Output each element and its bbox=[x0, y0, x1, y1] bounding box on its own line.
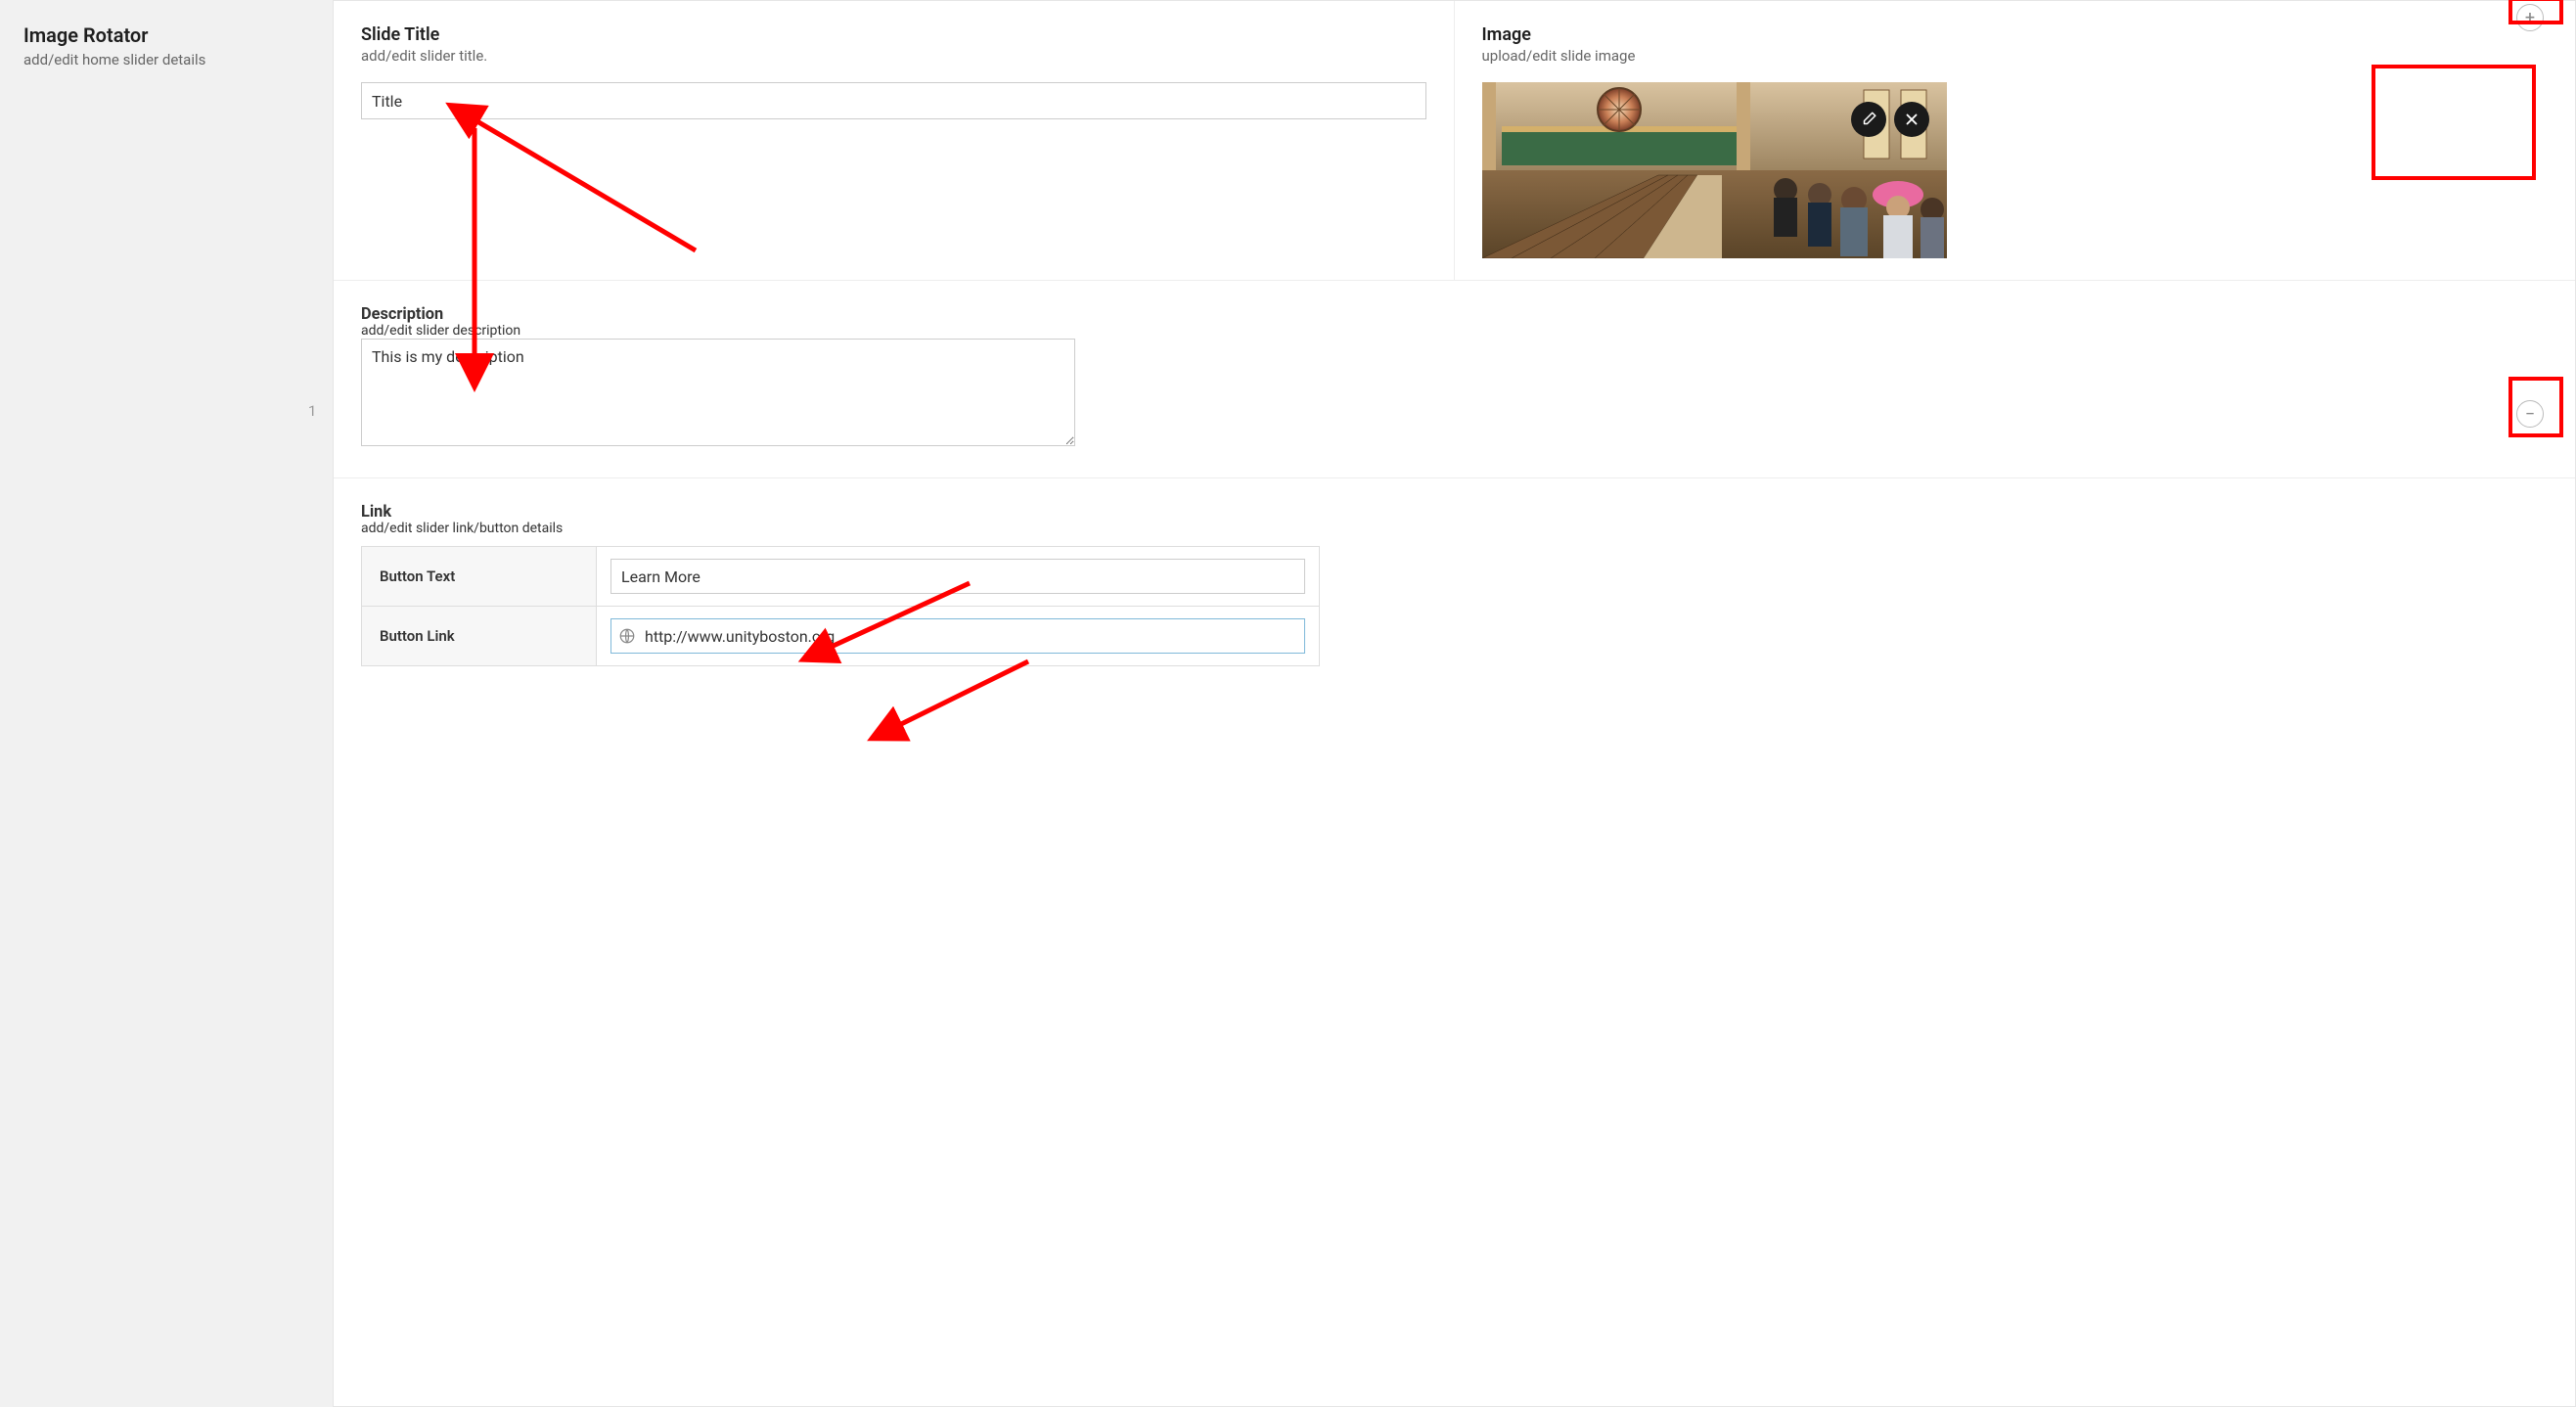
button-text-label: Button Text bbox=[362, 547, 597, 606]
button-link-input[interactable] bbox=[643, 619, 1298, 653]
button-link-label: Button Link bbox=[362, 607, 597, 665]
image-subtitle: upload/edit slide image bbox=[1482, 47, 2549, 65]
description-heading: Description bbox=[361, 304, 2548, 323]
slide-title-heading: Slide Title bbox=[361, 24, 1426, 45]
link-subtitle: add/edit slider link/button details bbox=[361, 521, 2548, 536]
link-heading: Link bbox=[361, 502, 2548, 521]
add-slide-button[interactable]: + bbox=[2516, 4, 2544, 31]
minus-icon: − bbox=[2525, 404, 2535, 425]
slide-editor-panel: 1 Slide Title add/edit slider title. Ima… bbox=[333, 0, 2576, 1407]
sidebar: Image Rotator add/edit home slider detai… bbox=[0, 0, 333, 1407]
slide-image-preview bbox=[1482, 82, 1947, 258]
edit-image-button[interactable] bbox=[1851, 102, 1886, 137]
description-textarea[interactable] bbox=[361, 339, 1075, 446]
globe-icon bbox=[617, 626, 637, 646]
description-subtitle: add/edit slider description bbox=[361, 323, 2548, 339]
section-subtitle: add/edit home slider details bbox=[23, 51, 313, 68]
remove-slide-button[interactable]: − bbox=[2516, 400, 2544, 428]
close-icon bbox=[1903, 111, 1921, 128]
section-title: Image Rotator bbox=[23, 23, 313, 47]
slide-title-input[interactable] bbox=[361, 82, 1426, 119]
image-heading: Image bbox=[1482, 24, 2549, 45]
slide-title-subtitle: add/edit slider title. bbox=[361, 47, 1426, 65]
plus-icon: + bbox=[2525, 8, 2535, 28]
button-text-input[interactable] bbox=[610, 559, 1305, 594]
row-number: 1 bbox=[308, 402, 316, 420]
pencil-icon bbox=[1860, 111, 1877, 128]
remove-image-button[interactable] bbox=[1894, 102, 1929, 137]
